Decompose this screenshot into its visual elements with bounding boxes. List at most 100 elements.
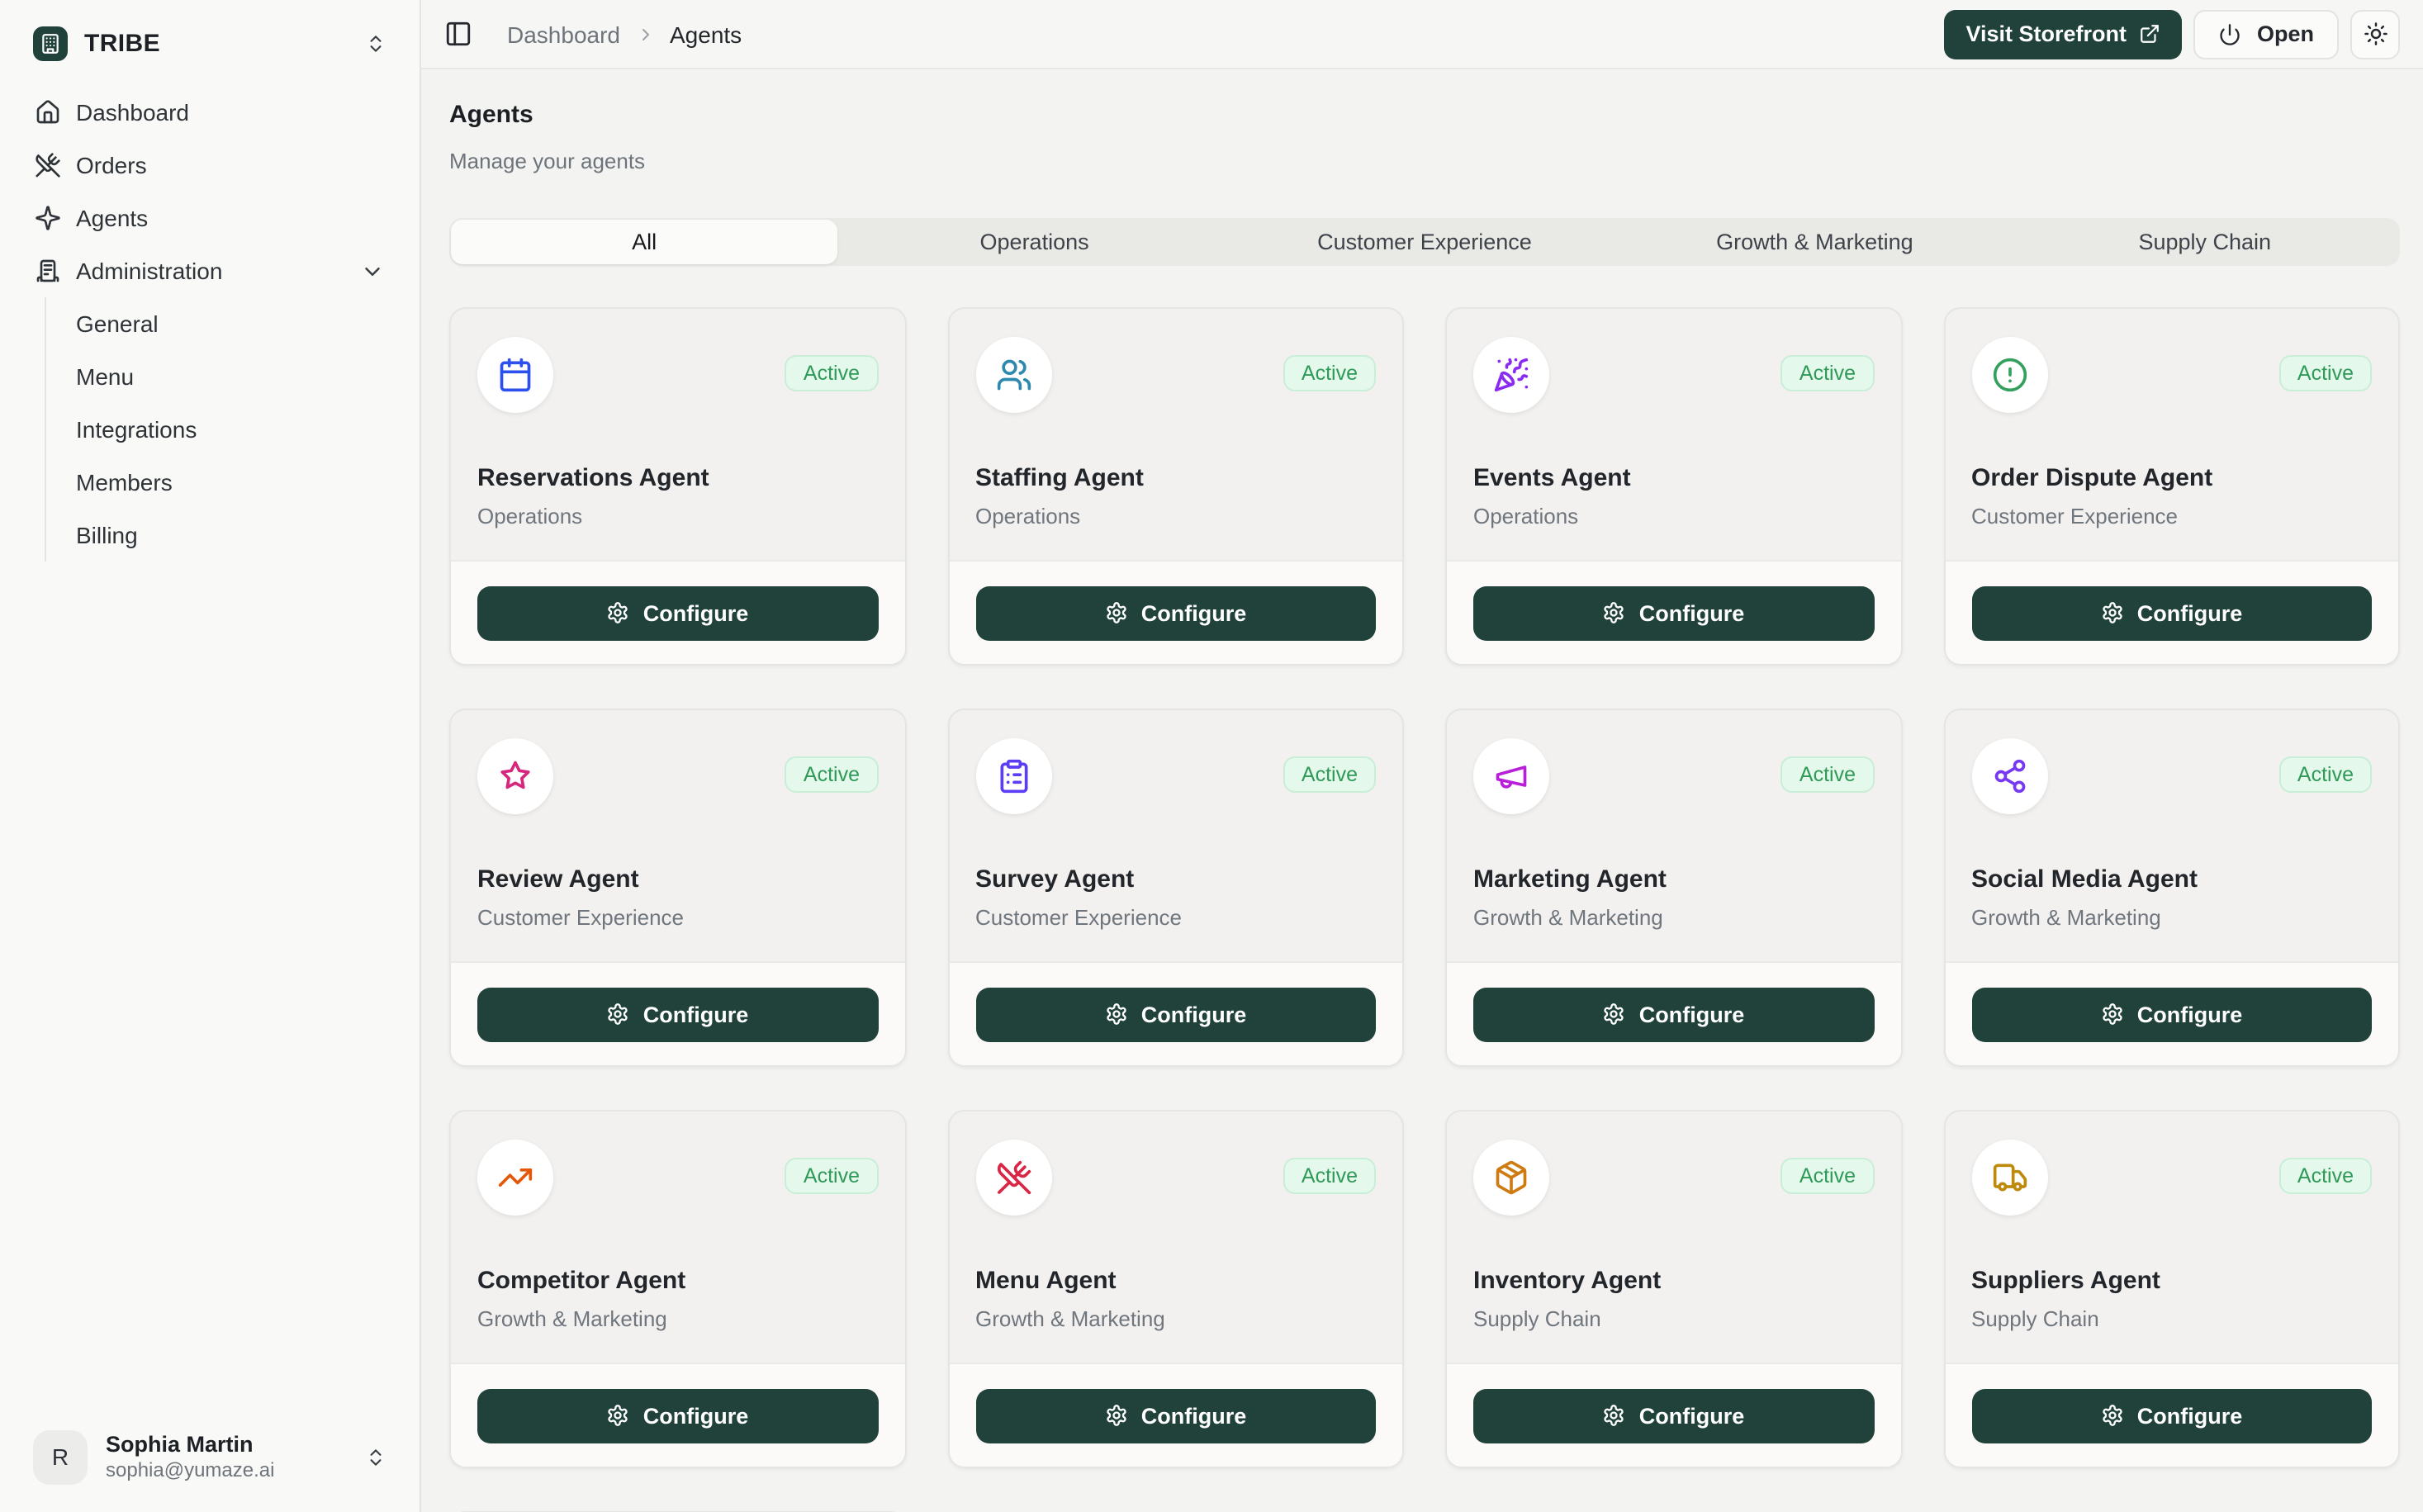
agent-card: Active Review Agent Customer Experience … <box>449 709 906 1067</box>
breadcrumb: Dashboard Agents <box>507 21 742 47</box>
tab-growth-marketing[interactable]: Growth & Marketing <box>1619 218 2009 266</box>
utensils-crossed-icon <box>995 1159 1031 1196</box>
configure-button[interactable]: Configure <box>1473 987 1874 1041</box>
agent-card-top: Active Inventory Agent Supply Chain <box>1447 1111 1900 1363</box>
agent-category: Growth & Marketing <box>1473 903 1874 931</box>
star-icon <box>497 758 533 794</box>
configure-label: Configure <box>1639 1403 1745 1428</box>
configure-button[interactable]: Configure <box>1473 1388 1874 1443</box>
sidebar-subitem-billing[interactable]: Billing <box>46 509 400 562</box>
configure-label: Configure <box>1141 1403 1247 1428</box>
configure-button[interactable]: Configure <box>1971 1388 2372 1443</box>
party-popper-icon <box>1493 357 1529 393</box>
sidebar-item-administration[interactable]: Administration <box>20 244 400 297</box>
agent-category: Supply Chain <box>1971 1305 2372 1333</box>
agent-icon-circle <box>477 337 553 413</box>
gear-icon <box>607 1002 630 1026</box>
configure-button[interactable]: Configure <box>1971 987 2372 1041</box>
calendar-icon <box>497 357 533 393</box>
configure-button[interactable]: Configure <box>477 987 878 1041</box>
configure-button[interactable]: Configure <box>1473 585 1874 640</box>
truck-icon <box>1991 1159 2027 1196</box>
configure-button[interactable]: Configure <box>975 987 1376 1041</box>
agents-grid: Active Reservations Agent Operations Con… <box>449 307 2400 1512</box>
sun-icon <box>2363 21 2387 46</box>
agent-card-bottom: Configure <box>949 961 1402 1065</box>
agent-icon-circle <box>975 738 1051 814</box>
theme-toggle-button[interactable] <box>2350 9 2400 59</box>
agent-category: Customer Experience <box>477 903 878 931</box>
house-icon <box>35 99 61 126</box>
agent-category: Customer Experience <box>975 903 1376 931</box>
configure-button[interactable]: Configure <box>1971 585 2372 640</box>
breadcrumb-dashboard[interactable]: Dashboard <box>507 21 620 47</box>
configure-button[interactable]: Configure <box>477 1388 878 1443</box>
agent-card: Active Competitor Agent Growth & Marketi… <box>449 1110 906 1468</box>
sidebar-item-label: Dashboard <box>76 99 189 126</box>
agent-category: Growth & Marketing <box>477 1305 878 1333</box>
avatar: R <box>33 1429 88 1484</box>
tab-operations[interactable]: Operations <box>839 218 1229 266</box>
agent-card: Active Staffing Agent Operations Configu… <box>947 307 1404 666</box>
building-icon <box>33 26 68 61</box>
sidebar-item-dashboard[interactable]: Dashboard <box>20 86 400 139</box>
sidebar-toggle-button[interactable] <box>444 20 472 48</box>
gear-icon <box>2101 1002 2124 1026</box>
agent-icon-circle <box>1971 337 2047 413</box>
agent-card: Active Menu Agent Growth & Marketing Con… <box>947 1110 1404 1468</box>
agent-icon-circle <box>1971 738 2047 814</box>
agent-card-bottom: Configure <box>1945 560 2398 664</box>
status-badge: Active <box>785 756 878 793</box>
megaphone-icon <box>1493 758 1529 794</box>
topbar: Dashboard Agents Visit Storefront Open <box>421 0 2423 69</box>
chevron-down-icon <box>360 258 385 283</box>
sidebar-subitem-menu[interactable]: Menu <box>46 350 400 403</box>
open-button[interactable]: Open <box>2194 9 2339 59</box>
user-menu[interactable]: R Sophia Martin sophia@yumaze.ai <box>20 1421 400 1492</box>
tab-customer-experience[interactable]: Customer Experience <box>1230 218 1619 266</box>
agent-card-top: Active Events Agent Operations <box>1447 309 1900 560</box>
agent-name: Review Agent <box>477 864 878 895</box>
workspace-switcher[interactable]: TRIBE <box>20 17 400 71</box>
configure-label: Configure <box>1141 600 1247 625</box>
configure-button[interactable]: Configure <box>975 585 1376 640</box>
agent-card-bottom: Configure <box>1945 1363 2398 1467</box>
configure-label: Configure <box>2137 1403 2243 1428</box>
sidebar-subitem-members[interactable]: Members <box>46 456 400 509</box>
main-area: Dashboard Agents Visit Storefront Open <box>421 0 2423 1512</box>
status-badge: Active <box>1781 756 1874 793</box>
tab-all[interactable]: All <box>451 220 837 264</box>
gear-icon <box>607 601 630 624</box>
breadcrumb-agents: Agents <box>670 21 742 47</box>
status-badge: Active <box>1781 1158 1874 1194</box>
gear-icon <box>607 1404 630 1427</box>
user-email: sophia@yumaze.ai <box>106 1457 274 1482</box>
sidebar-item-label: Administration <box>76 258 222 284</box>
agent-category: Operations <box>477 502 878 530</box>
sidebar-subitem-general[interactable]: General <box>46 297 400 350</box>
agent-category: Growth & Marketing <box>1971 903 2372 931</box>
configure-button[interactable]: Configure <box>975 1388 1376 1443</box>
agent-name: Order Dispute Agent <box>1971 462 2372 494</box>
circle-alert-icon <box>1991 357 2027 393</box>
sparkle-icon <box>35 205 61 231</box>
sidebar-item-agents[interactable]: Agents <box>20 192 400 244</box>
gear-icon <box>1603 601 1626 624</box>
share-icon <box>1991 758 2027 794</box>
tab-supply-chain[interactable]: Supply Chain <box>2010 218 2400 266</box>
gear-icon <box>1105 601 1128 624</box>
agent-card: Active Order Dispute Agent Customer Expe… <box>1943 307 2400 666</box>
sidebar-subitem-integrations[interactable]: Integrations <box>46 403 400 456</box>
configure-label: Configure <box>2137 600 2243 625</box>
agent-card-bottom: Configure <box>949 560 1402 664</box>
chevrons-up-down-icon[interactable] <box>365 33 386 55</box>
status-badge: Active <box>1283 756 1376 793</box>
agent-card-bottom: Configure <box>949 1363 1402 1467</box>
agent-name: Competitor Agent <box>477 1265 878 1296</box>
sidebar: TRIBE Dashboard Orders Agents Administra… <box>0 0 421 1512</box>
visit-storefront-button[interactable]: Visit Storefront <box>1944 9 2183 59</box>
configure-button[interactable]: Configure <box>477 585 878 640</box>
agent-icon-circle <box>477 1140 553 1216</box>
agent-card-top: Active Staffing Agent Operations <box>949 309 1402 560</box>
sidebar-item-orders[interactable]: Orders <box>20 139 400 192</box>
